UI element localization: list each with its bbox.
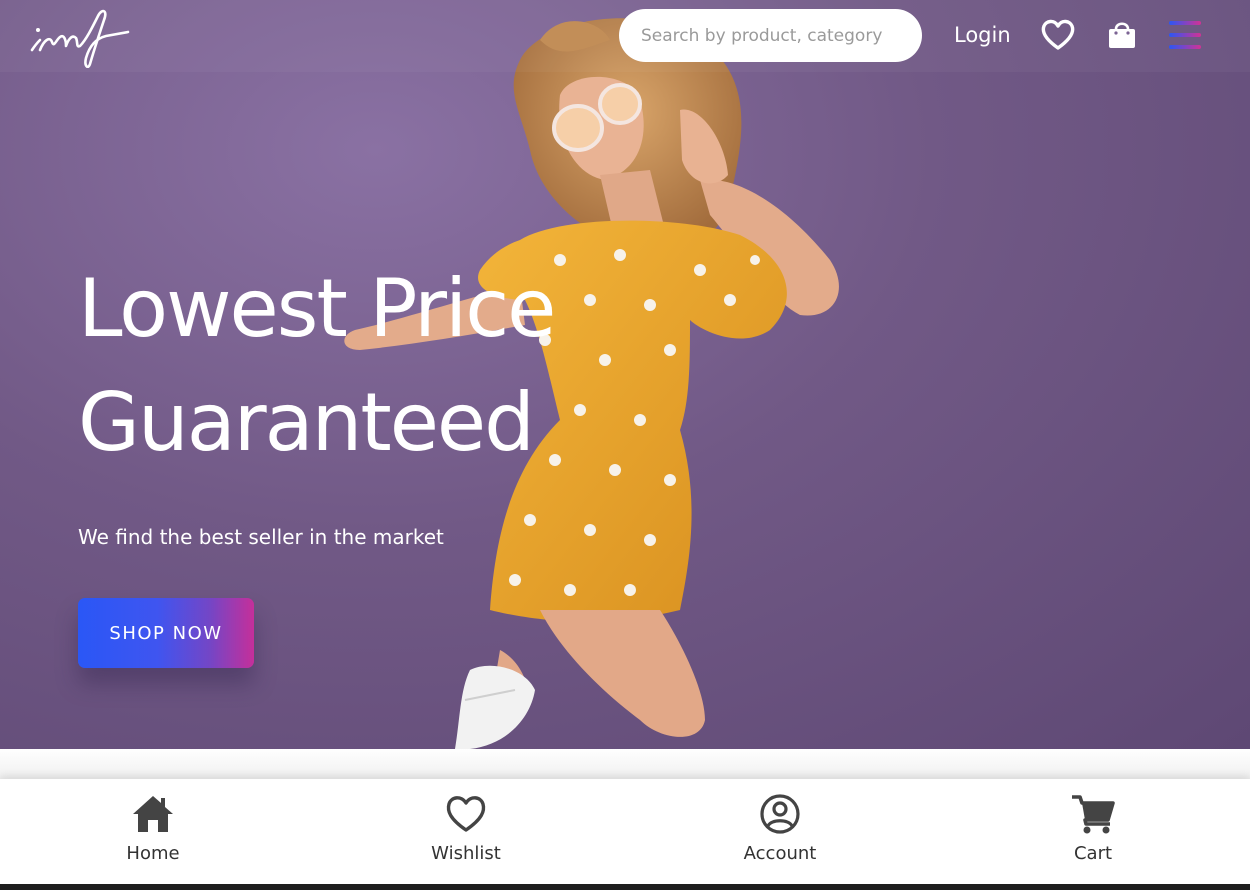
shopping-bag-icon[interactable] [1107,18,1137,50]
nav-wishlist-label: Wishlist [431,843,501,864]
hero-subtitle: We find the best seller in the market [78,525,444,549]
nav-account-label: Account [743,843,817,864]
nav-home[interactable]: Home [73,779,233,884]
heart-outline-icon [446,796,486,832]
home-icon [133,796,173,832]
nav-wishlist[interactable]: Wishlist [386,779,546,884]
login-link[interactable]: Login [954,20,1011,50]
hero-banner: Login Lowest Price Guaranteed We f [0,0,1250,749]
hero-headline: Lowest Price Guaranteed [78,252,698,480]
heart-icon[interactable] [1040,18,1076,52]
brand-logo[interactable] [28,4,132,68]
bottom-navigation: Home Wishlist Account Cart [0,779,1250,884]
menu-icon[interactable] [1168,17,1202,53]
top-header: Login [0,0,1250,72]
hero-headline-line1: Lowest Price [78,262,556,355]
hero-headline-line2: Guaranteed [78,376,535,469]
search-input[interactable] [619,9,922,62]
nav-account[interactable]: Account [700,779,860,884]
user-circle-icon [760,794,800,834]
nav-cart[interactable]: Cart [1013,779,1173,884]
nav-home-label: Home [126,843,180,864]
cart-icon [1072,795,1115,834]
search-bar[interactable] [619,9,922,62]
window-bottom-edge [0,884,1250,890]
nav-cart-label: Cart [1073,843,1113,864]
section-divider [0,749,1250,779]
shop-now-button[interactable]: SHOP NOW [78,598,254,668]
